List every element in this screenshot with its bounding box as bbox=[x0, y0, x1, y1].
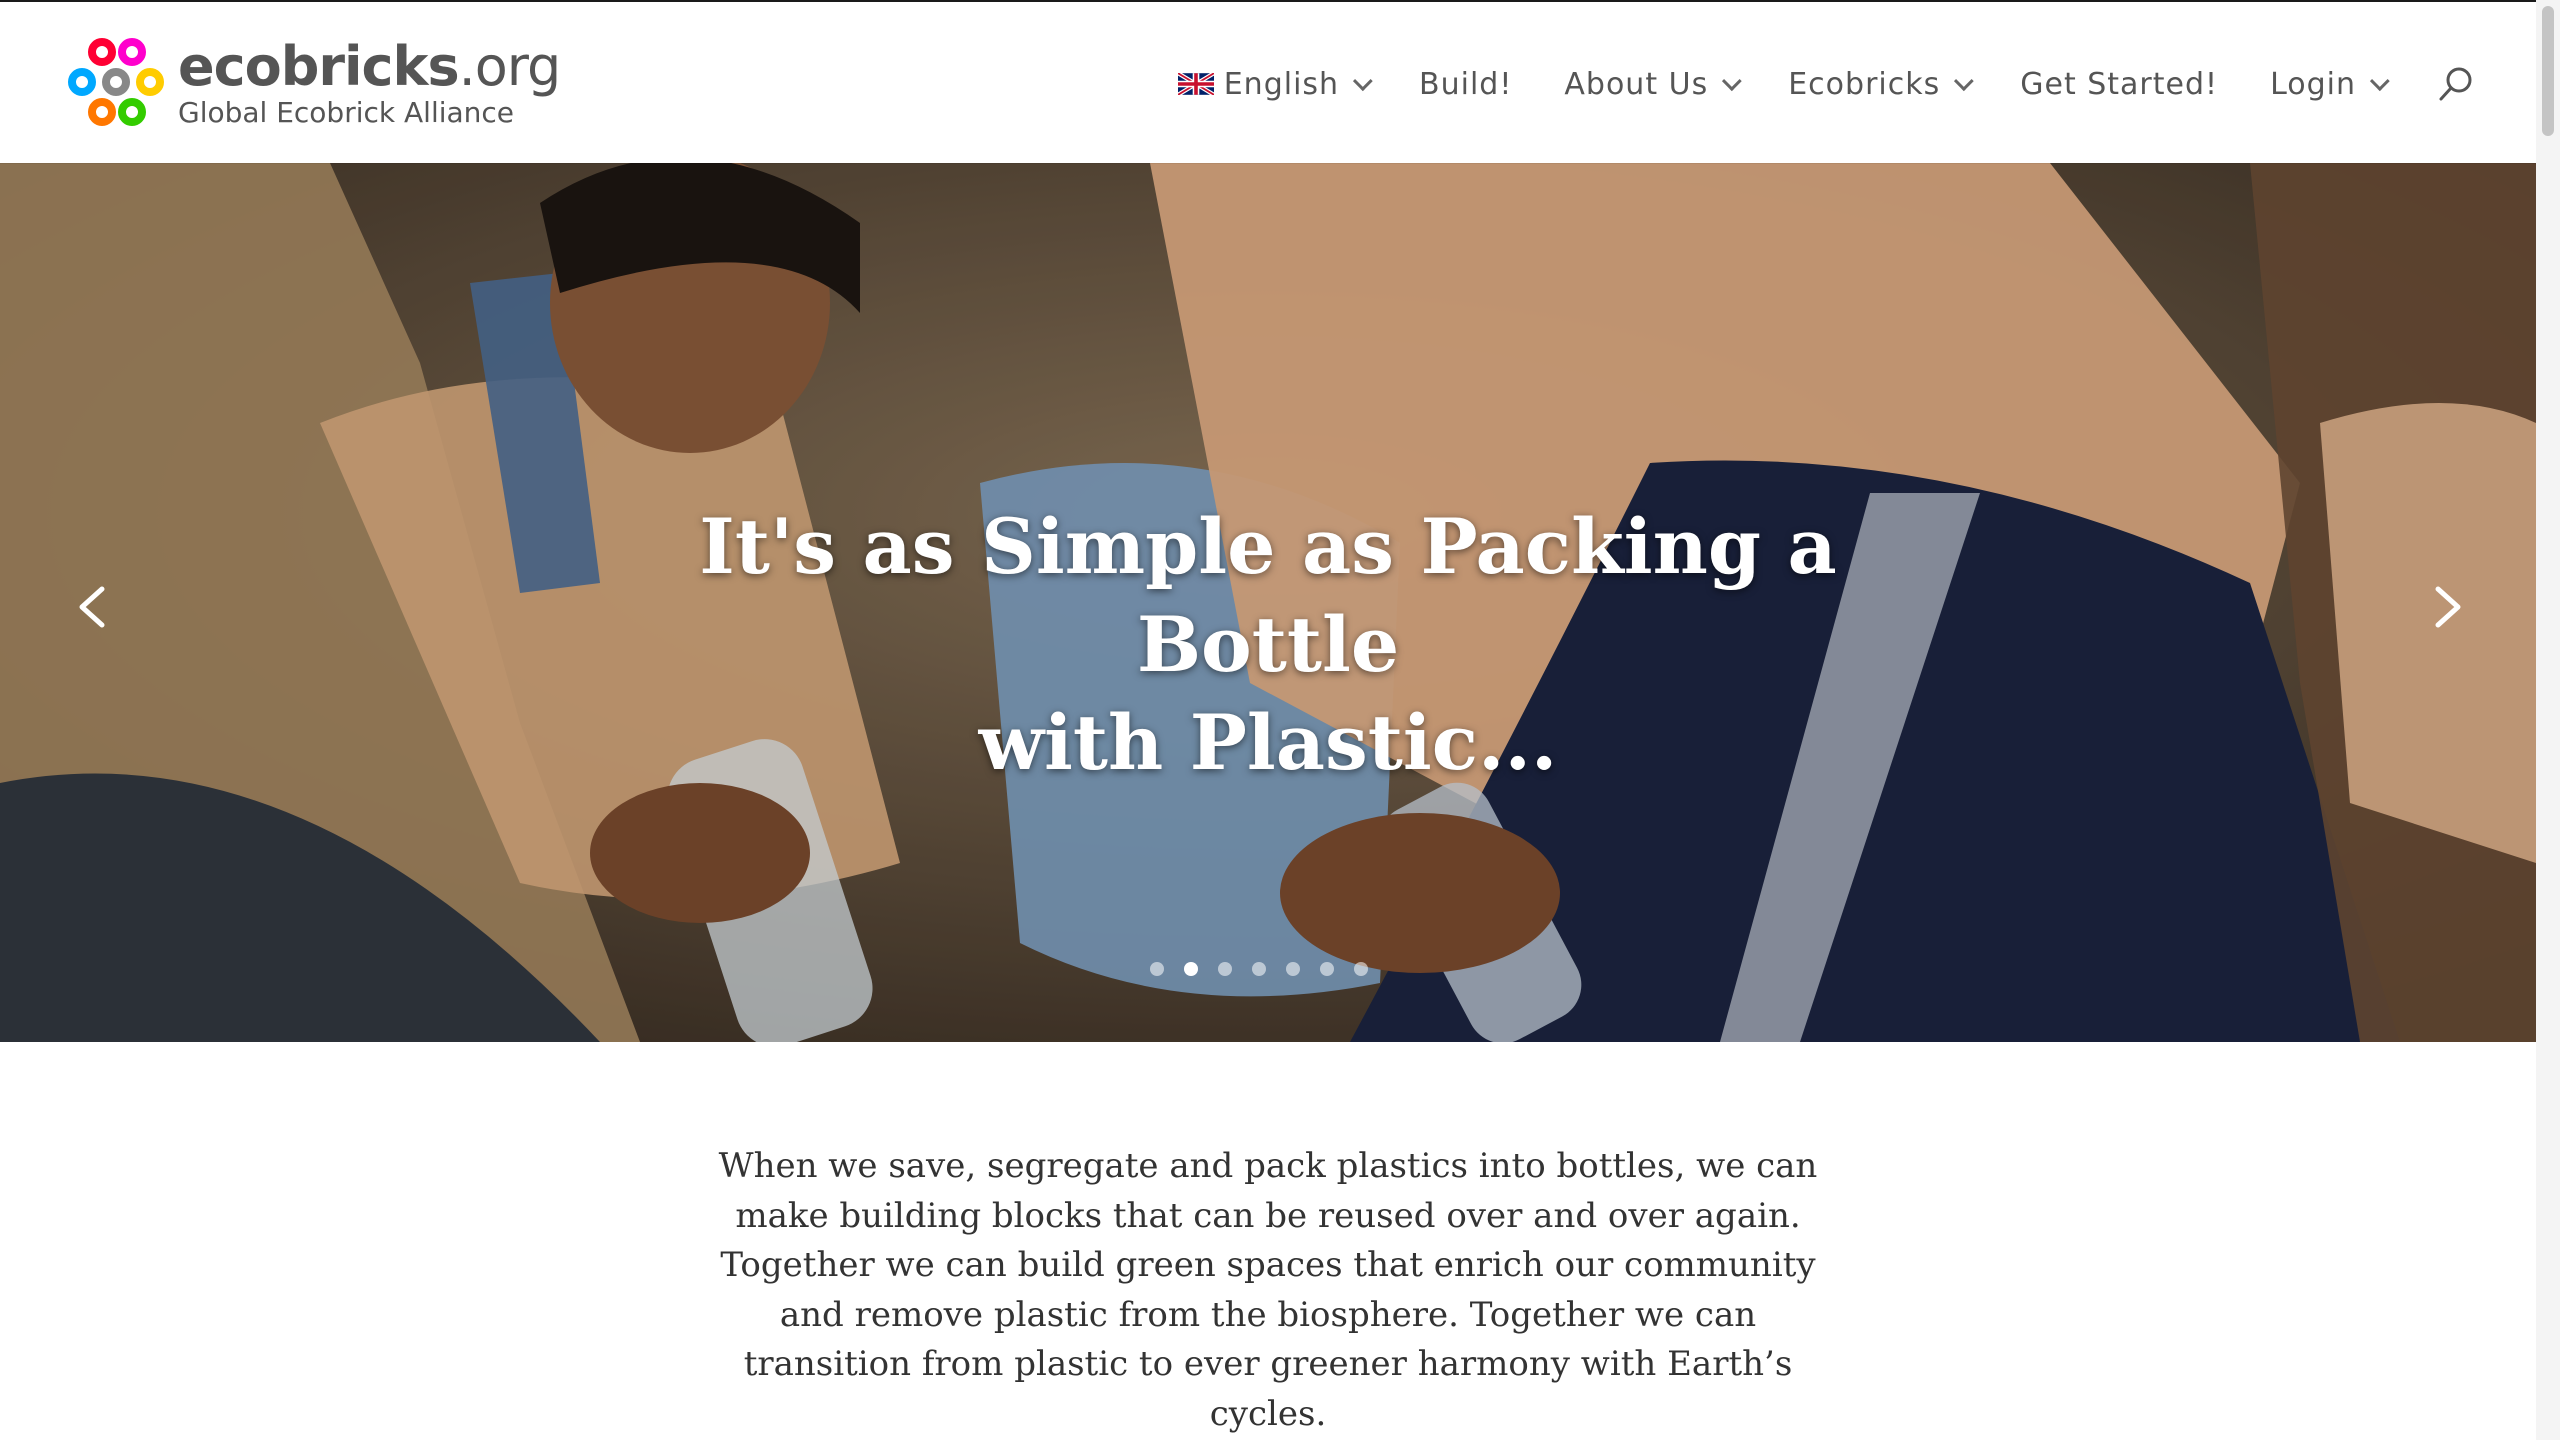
slider-dot-7[interactable] bbox=[1354, 962, 1368, 976]
slider-next-arrow-icon[interactable] bbox=[2422, 583, 2470, 631]
nav-login[interactable]: Login bbox=[2270, 66, 2390, 102]
chevron-down-icon bbox=[1722, 71, 1742, 92]
nav-language-label: English bbox=[1223, 66, 1340, 102]
slider-prev-arrow-icon[interactable] bbox=[70, 583, 118, 631]
slider-dot-5[interactable] bbox=[1286, 962, 1300, 976]
slider-dot-3[interactable] bbox=[1218, 962, 1232, 976]
site-logo[interactable]: ecobricks.org Global Ecobrick Alliance bbox=[66, 35, 561, 130]
nav-language-english[interactable]: English bbox=[1177, 66, 1373, 102]
chevron-down-icon bbox=[2369, 71, 2390, 92]
ecobricks-logo-icon bbox=[66, 38, 166, 130]
slider-pagination bbox=[0, 962, 2527, 976]
scrollbar-thumb[interactable] bbox=[2542, 6, 2554, 136]
main-nav: English Build! About Us Ecobricks Get St… bbox=[1177, 64, 2476, 104]
nav-ecobricks-label: Ecobricks bbox=[1788, 66, 1941, 102]
slider-dot-1[interactable] bbox=[1150, 962, 1164, 976]
logo-title: ecobricks.org bbox=[178, 35, 561, 98]
site-header: ecobricks.org Global Ecobrick Alliance E… bbox=[0, 0, 2536, 163]
nav-get-started[interactable]: Get Started! bbox=[2020, 67, 2218, 102]
nav-about-us[interactable]: About Us bbox=[1564, 66, 1742, 102]
page-scrollbar[interactable] bbox=[2536, 0, 2560, 1440]
nav-login-label: Login bbox=[2270, 66, 2356, 102]
chevron-down-icon bbox=[1954, 71, 1974, 92]
slider-dot-4[interactable] bbox=[1252, 962, 1266, 976]
nav-build[interactable]: Build! bbox=[1419, 67, 1512, 102]
nav-about-label: About Us bbox=[1564, 66, 1709, 102]
hero-title: It's as Simple as Packing a Bottle with … bbox=[699, 502, 1837, 787]
logo-subtitle: Global Ecobrick Alliance bbox=[178, 96, 515, 129]
intro-paragraph: When we save, segregate and pack plastic… bbox=[718, 1146, 1818, 1434]
slider-dot-6[interactable] bbox=[1320, 962, 1334, 976]
nav-get-started-label: Get Started! bbox=[2020, 66, 2219, 102]
search-icon[interactable] bbox=[2436, 64, 2476, 104]
hero-slider: It's as Simple as Packing a Bottle with … bbox=[0, 163, 2536, 1042]
nav-ecobricks[interactable]: Ecobricks bbox=[1788, 66, 1974, 102]
nav-build-label: Build! bbox=[1419, 66, 1513, 102]
chevron-down-icon bbox=[1352, 71, 1373, 92]
uk-flag-icon bbox=[1177, 73, 1214, 95]
slider-dot-2[interactable] bbox=[1184, 962, 1198, 976]
